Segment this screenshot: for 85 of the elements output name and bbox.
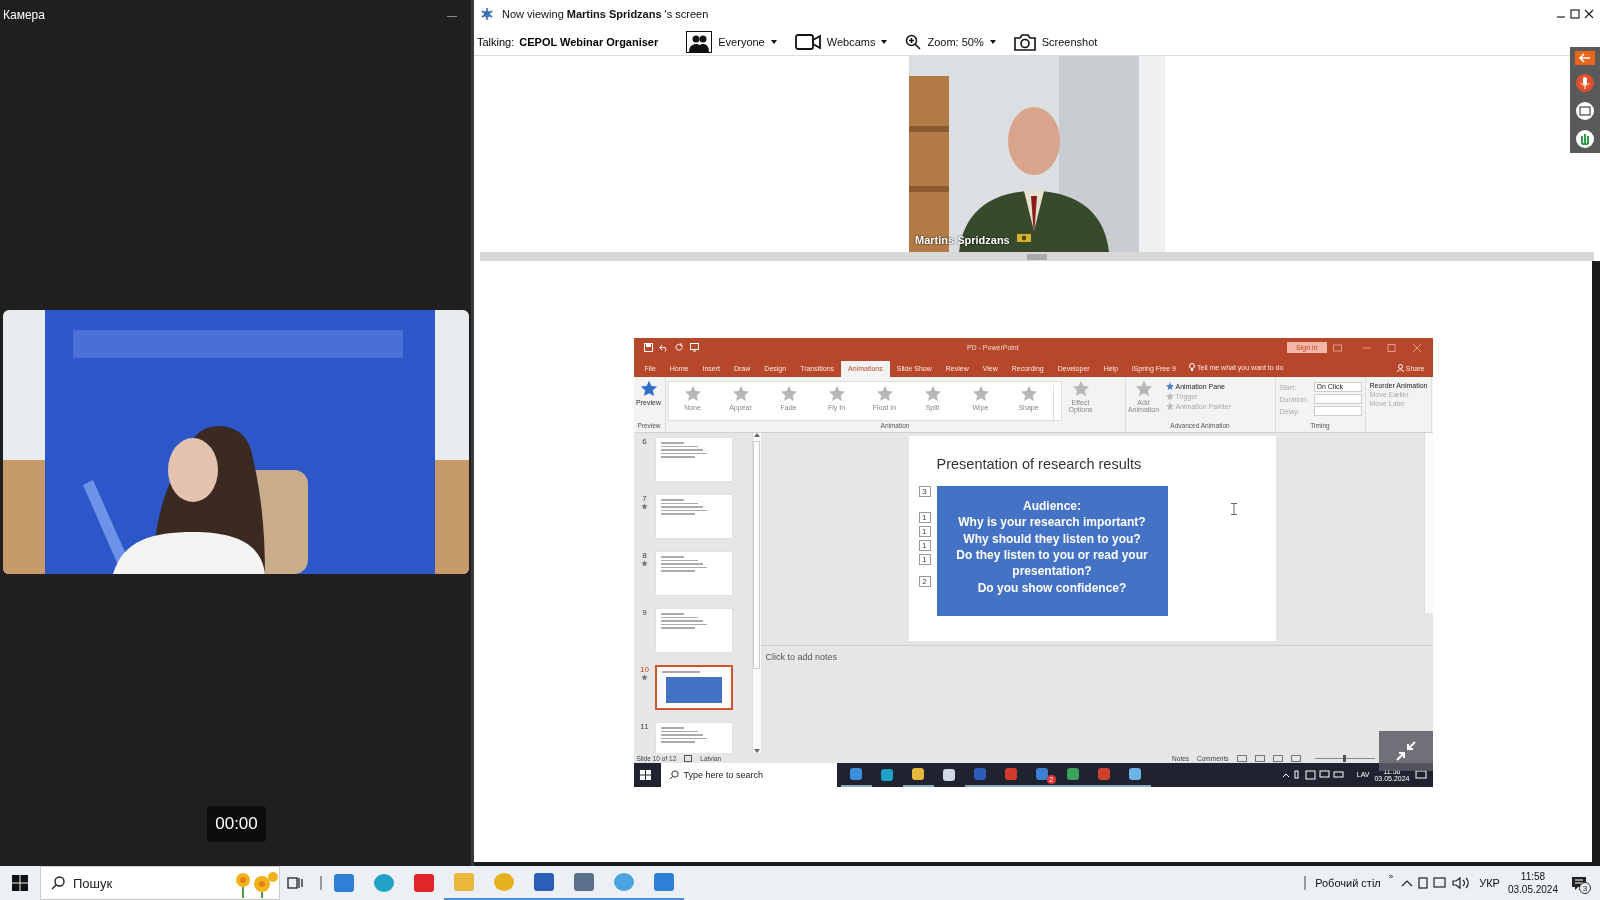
star-icon (1071, 380, 1090, 399)
animation-marker: 3 (918, 486, 931, 498)
slide-number: 7 (642, 494, 647, 504)
animation-marker: 1 (918, 512, 931, 524)
caret-icon (989, 39, 996, 44)
star-icon (827, 385, 846, 404)
zoom-icon (905, 33, 922, 50)
video-camera-icon (794, 32, 821, 51)
save-icon[interactable] (643, 343, 653, 353)
window-icon[interactable] (1575, 101, 1595, 121)
notification-count: 3 (1579, 882, 1591, 894)
panel-title: Камера (3, 8, 45, 22)
separator-icon (318, 875, 324, 891)
person-icon (1396, 364, 1404, 373)
text-line: Do they listen to you or read your presentation? (955, 547, 1149, 580)
dropdown-button[interactable]: Webcams (794, 32, 888, 51)
customize-icon[interactable] (689, 343, 699, 353)
tray-icons[interactable] (1401, 876, 1472, 890)
dropdown-button[interactable]: Everyone (686, 30, 777, 53)
redo-icon[interactable] (674, 343, 684, 353)
screenshot-button[interactable]: Screenshot (1013, 32, 1098, 51)
slide-title: Presentation of research results (936, 456, 1143, 473)
text-line: Why is your research important? (957, 514, 1147, 531)
viewing-title: Now viewing Martins Spridzans 's screen (502, 8, 710, 20)
caret-icon (881, 39, 888, 44)
animation-marker: 1 (918, 526, 931, 538)
language-indicator[interactable]: УКР (1479, 877, 1500, 889)
maximize-icon[interactable] (1570, 9, 1580, 19)
delay-field[interactable] (1313, 406, 1362, 417)
notification-icon[interactable] (1414, 770, 1427, 780)
minimize-button[interactable]: — (447, 9, 457, 21)
animation-marker: 1 (918, 540, 931, 552)
star-icon (779, 385, 798, 404)
slide-number: 11 (640, 722, 649, 732)
talking-label: Talking: (477, 35, 515, 48)
text-line: Audience: (1022, 498, 1082, 515)
undo-icon[interactable] (658, 343, 669, 353)
star-icon (1134, 380, 1153, 399)
animation-icon (1165, 392, 1174, 401)
animation-marker: 2 (918, 576, 931, 588)
exit-fullscreen-button[interactable] (1378, 731, 1433, 771)
search-placeholder: Пошук (73, 875, 114, 891)
search-icon (668, 770, 679, 780)
star-icon (923, 385, 942, 404)
text-line: Why should they listen to you? (962, 530, 1142, 548)
preview-star-icon (639, 380, 658, 399)
text-cursor-icon (1230, 503, 1237, 516)
slide-number: 9 (642, 608, 647, 618)
animation-marker: 1 (918, 554, 931, 566)
zoom-slider-icon[interactable] (1314, 754, 1375, 762)
count-badge: 2 (1047, 775, 1056, 784)
search-field[interactable]: Пошук (40, 866, 280, 900)
lightbulb-icon (1189, 363, 1195, 373)
taskbar-app[interactable]: 2 (1026, 763, 1058, 787)
caret-icon (770, 39, 777, 44)
overflow-button[interactable]: » (1388, 872, 1394, 881)
scrollbar[interactable] (751, 433, 761, 754)
separator-icon (1303, 875, 1308, 891)
star-icon (875, 385, 894, 404)
talking-name: CEPOL Webinar Organiser (519, 35, 659, 48)
star-icon (971, 385, 990, 404)
slide-number: 10 (640, 665, 649, 675)
slide-number: 8 (642, 551, 647, 561)
slide-thumbnail[interactable] (654, 665, 733, 711)
search-icon (51, 876, 65, 890)
star-icon (731, 385, 750, 404)
collapse-icon (1394, 740, 1417, 762)
star-icon (683, 385, 702, 404)
timer: 00:00 (207, 806, 266, 842)
task-view-icon[interactable] (287, 876, 303, 890)
animation-icon (1165, 382, 1174, 391)
search-field[interactable]: Type here to search (660, 763, 837, 787)
slide-number: 6 (642, 437, 647, 447)
clock-time: 11:58 (1520, 870, 1546, 883)
desktop-toolbar-label[interactable]: Робочий стіл (1315, 877, 1381, 889)
dropdown-button[interactable]: Zoom: 50% (905, 33, 996, 50)
star-icon (1019, 385, 1038, 404)
close-icon[interactable] (1584, 9, 1594, 19)
clock-date: 03.05.2024 (1507, 883, 1558, 896)
duration-field[interactable] (1313, 394, 1362, 405)
resize-grip-icon[interactable] (1027, 253, 1047, 260)
text-line: Do you show confidence? (976, 579, 1128, 596)
animation-icon (1165, 402, 1174, 411)
scrollbar[interactable] (1423, 433, 1433, 614)
spelling-icon (684, 754, 693, 762)
